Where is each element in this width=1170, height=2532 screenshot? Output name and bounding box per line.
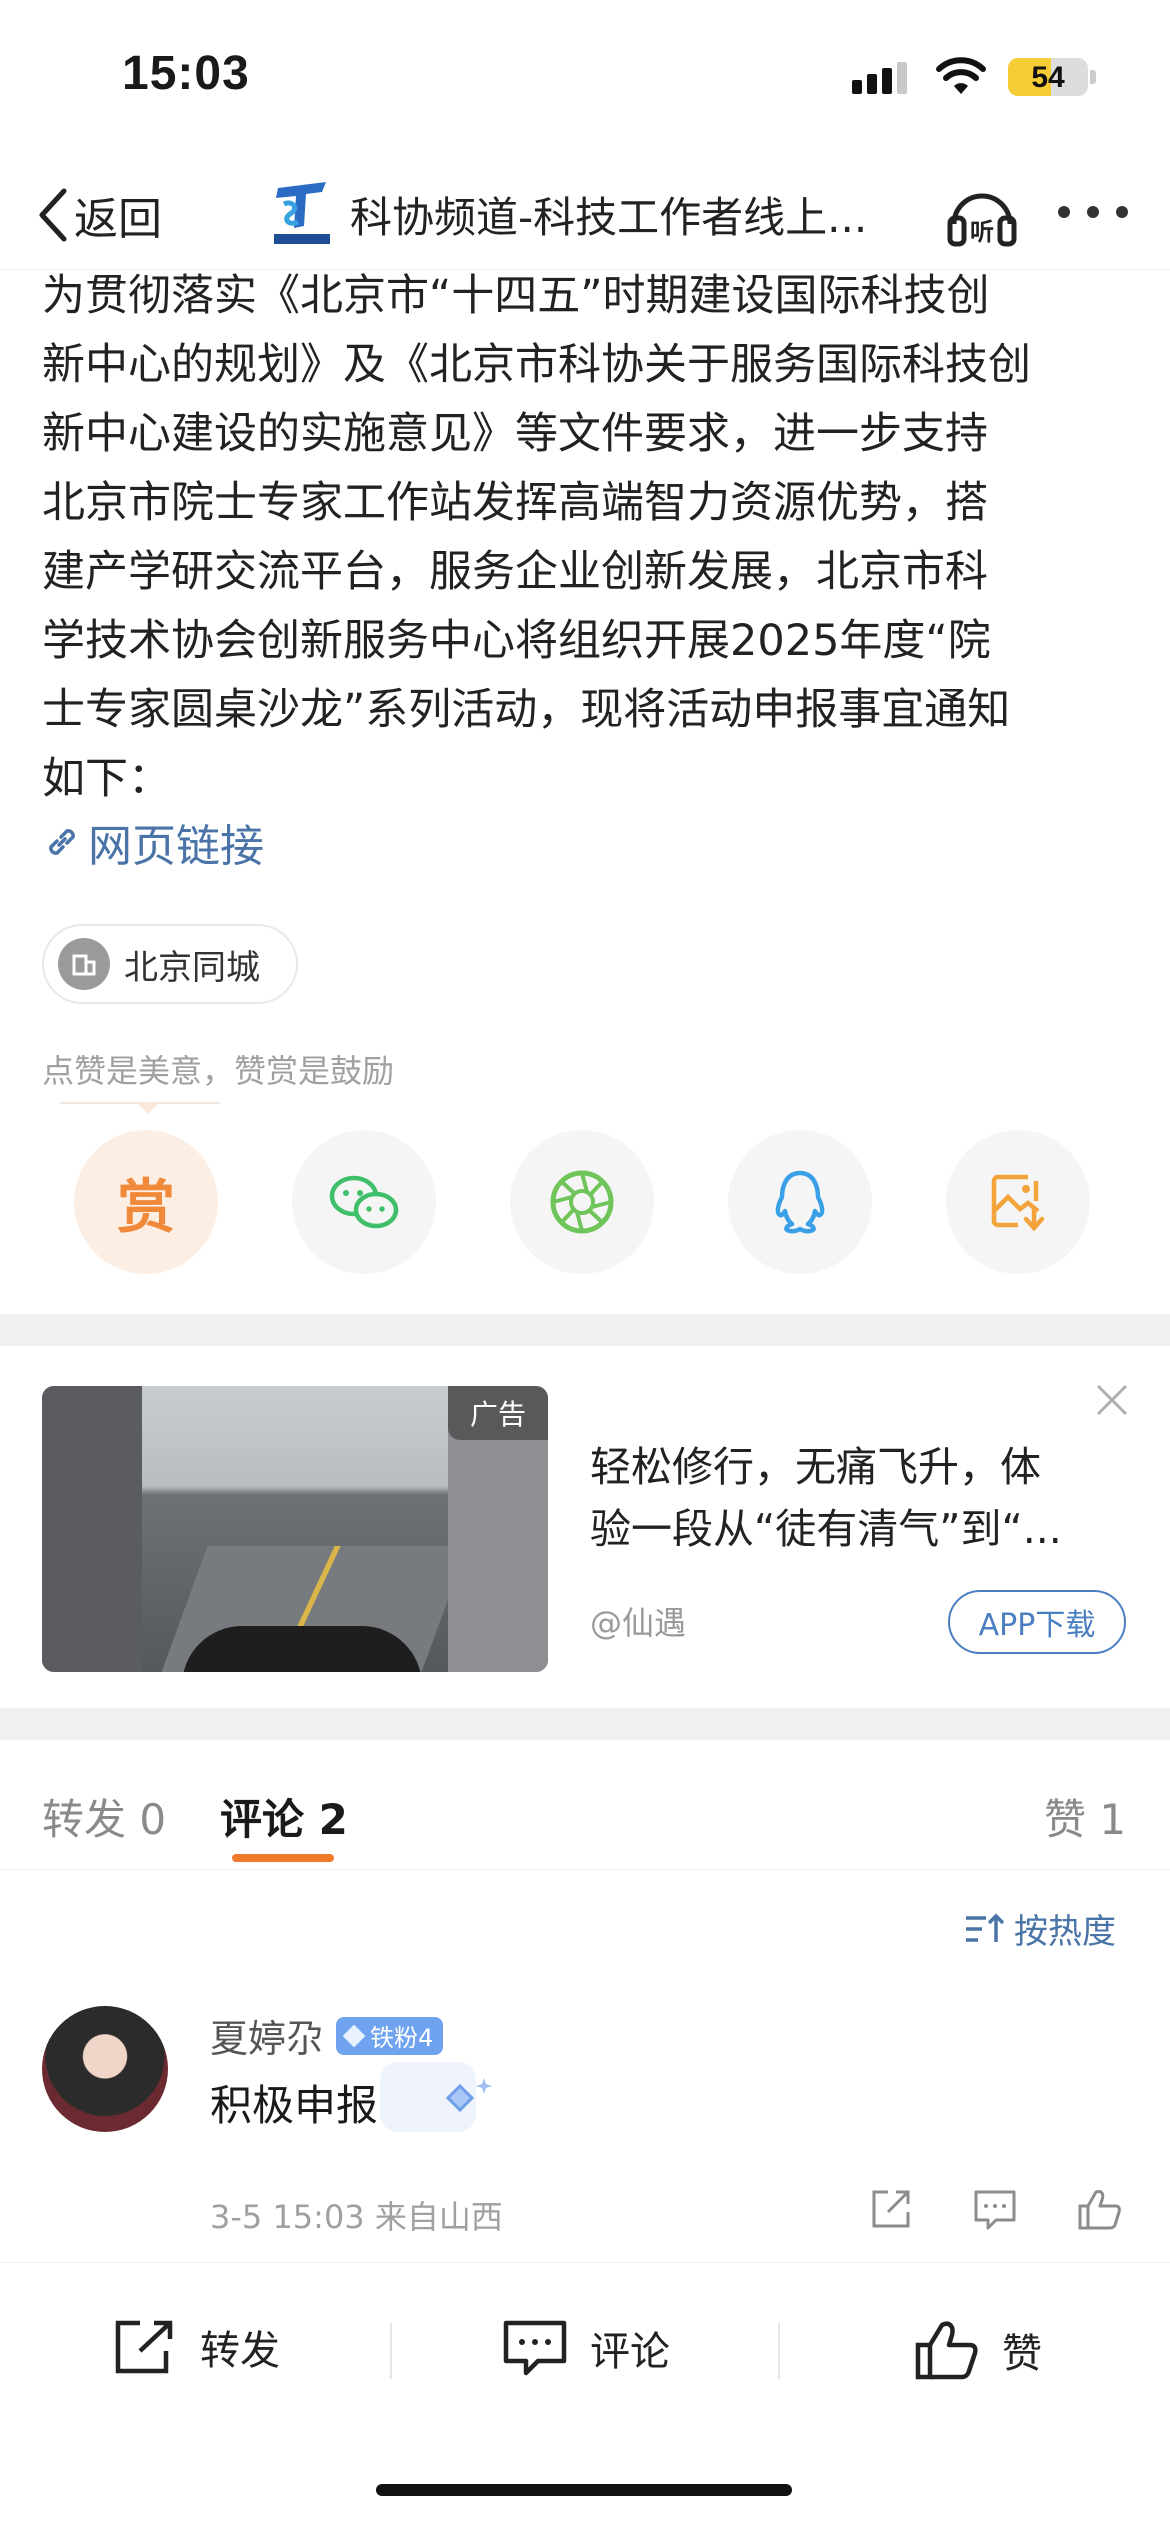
wechat-icon: [329, 1175, 399, 1229]
diamond-sparkle-icon: [380, 2062, 492, 2132]
tab-comments[interactable]: 评论 2: [220, 1786, 348, 1847]
avatar[interactable]: [42, 2006, 168, 2132]
post-line: 学技术协会创新服务中心将组织开展2025年度“院: [42, 616, 991, 666]
fan-badge-label: 铁粉4: [370, 2024, 434, 2052]
post-line: 为贯彻落实《北京市“十四五”时期建设国际科技创: [42, 271, 990, 321]
comment-meta: 3-5 15:03 来自山西: [210, 2198, 503, 2236]
dot-icon: [1116, 206, 1128, 218]
post-line: 新中心建设的实施意见》等文件要求，进一步支持: [42, 409, 988, 459]
battery-indicator: 54: [1008, 58, 1088, 96]
wifi-icon: [936, 57, 986, 94]
diamond-icon: [342, 2024, 366, 2047]
like-label: 赞: [1002, 2331, 1042, 2377]
ad-tag: 广告: [448, 1386, 548, 1440]
thumbs-up-icon[interactable]: [1074, 2184, 1124, 2234]
comment-button[interactable]: 评论: [500, 2317, 670, 2379]
reply-icon[interactable]: [970, 2184, 1020, 2234]
reward-label: 赏: [116, 1173, 175, 1241]
interaction-tabs: 转发 0 评论 2 赞 1: [0, 1760, 1170, 1870]
sort-icon: [966, 1913, 1004, 1942]
share-moments-button[interactable]: [510, 1130, 654, 1274]
repost-label: 转发: [200, 2328, 280, 2374]
home-indicator[interactable]: [376, 2484, 792, 2496]
comment-text: 积极申报: [210, 2081, 379, 2130]
battery-level: 54: [1031, 61, 1065, 94]
location-chip[interactable]: 北京同城: [42, 924, 298, 1004]
active-tab-indicator: [232, 1854, 334, 1862]
praise-pointer: [136, 1102, 160, 1114]
listen-label: 听: [970, 218, 994, 246]
reward-button[interactable]: 赏: [74, 1130, 218, 1274]
post-line: 如下：: [42, 754, 171, 804]
section-divider: [0, 1314, 1170, 1346]
channel-logo-icon[interactable]: [270, 174, 334, 250]
repost-icon: [115, 2320, 173, 2374]
share-qq-button[interactable]: [728, 1130, 872, 1274]
post-line: 北京市院士专家工作站发挥高端智力资源优势，搭: [42, 478, 988, 528]
ad-road-scene: [142, 1386, 448, 1672]
section-divider: [0, 1708, 1170, 1740]
ad-title-line: 轻松修行，无痛飞升，体: [590, 1443, 1041, 1491]
ad-source: @仙遇: [590, 1604, 687, 1642]
link-icon: [49, 829, 75, 855]
dot-icon: [1087, 206, 1099, 218]
tab-likes[interactable]: 赞 1: [1044, 1786, 1126, 1847]
thumbs-up-icon: [915, 2321, 978, 2380]
app-download-button[interactable]: APP下载: [948, 1590, 1126, 1654]
comment-label: 评论: [590, 2329, 670, 2375]
post-line: 建产学研交流平台，服务企业创新发展，北京市科: [42, 547, 988, 597]
like-button[interactable]: 赞: [912, 2317, 1042, 2383]
ad-title-line: 验一段从“徒有清气”到“...: [590, 1505, 1062, 1553]
comment-icon: [503, 2320, 567, 2376]
moments-aperture-icon: [550, 1170, 614, 1234]
listen-headphones-icon[interactable]: 听: [944, 178, 1020, 250]
battery-tip: [1090, 70, 1096, 84]
top-nav-bar: 返回 科协频道-科技工作者线上... 听: [0, 160, 1170, 270]
chevron-left-icon: [39, 188, 67, 242]
status-bar: 15:03 54: [0, 0, 1170, 150]
comment-username[interactable]: 夏婷尕: [210, 2008, 324, 2063]
ad-title[interactable]: 轻松修行，无痛飞升，体 验一段从“徒有清气”到“...: [590, 1436, 1110, 1560]
save-image-icon: [991, 1174, 1045, 1232]
share-icon[interactable]: [866, 2184, 916, 2234]
post-line: 新中心的规划》及《北京市科协关于服务国际科技创: [42, 340, 1031, 390]
ad-image-blur-left: [42, 1386, 142, 1672]
dot-icon: [1058, 206, 1070, 218]
back-label: 返回: [74, 194, 162, 245]
more-options-button[interactable]: [1058, 200, 1128, 224]
comment-author: 夏婷尕 铁粉4: [210, 2008, 444, 2063]
save-image-button[interactable]: [946, 1130, 1090, 1274]
share-wechat-button[interactable]: [292, 1130, 436, 1274]
sort-toggle[interactable]: 按热度: [964, 1904, 1116, 1953]
repost-button[interactable]: 转发: [110, 2317, 280, 2377]
cellular-signal-icon: [852, 62, 912, 94]
praise-hint: 点赞是美意，赞赏是鼓励: [42, 1052, 395, 1090]
share-row: 赏: [74, 1130, 1094, 1276]
nav-title[interactable]: 科协频道-科技工作者线上...: [350, 184, 910, 245]
status-time: 15:03: [122, 47, 250, 100]
ad-image[interactable]: 广告: [42, 1386, 548, 1672]
qq-penguin-icon: [775, 1170, 825, 1234]
close-icon[interactable]: [1092, 1380, 1132, 1420]
building-icon: [58, 938, 110, 990]
bar-separator: [778, 2323, 780, 2379]
back-button[interactable]: 返回: [36, 180, 162, 250]
tab-repost[interactable]: 转发 0: [42, 1786, 166, 1847]
location-label: 北京同城: [124, 947, 260, 988]
post-body: 为贯彻落实《北京市“十四五”时期建设国际科技创 新中心的规划》及《北京市科协关于…: [42, 262, 1132, 814]
bar-separator: [390, 2323, 392, 2379]
post-line: 士专家圆桌沙龙”系列活动，现将活动申报事宜通知: [42, 685, 1011, 735]
web-link[interactable]: 网页链接: [42, 810, 264, 874]
web-link-label: 网页链接: [88, 821, 264, 872]
sort-label: 按热度: [1014, 1912, 1116, 1952]
fan-badge: 铁粉4: [336, 2016, 444, 2055]
